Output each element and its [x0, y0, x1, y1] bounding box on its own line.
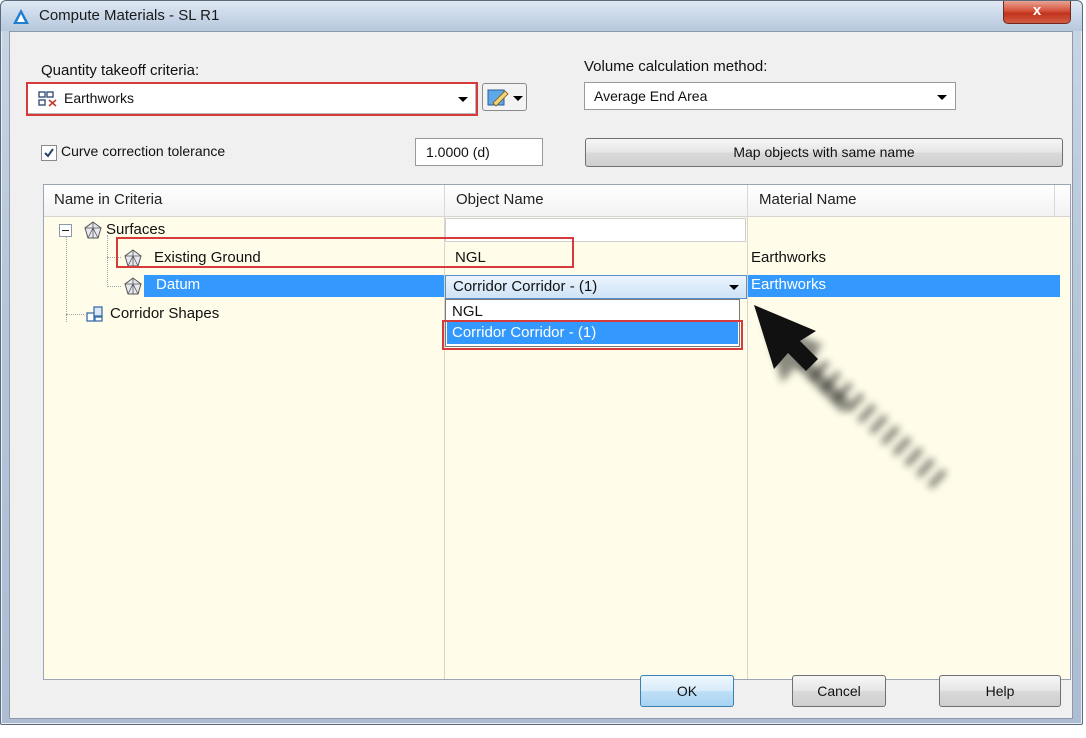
criteria-label: Quantity takeoff criteria: [41, 62, 200, 79]
app-icon [13, 9, 29, 24]
criteria-select[interactable]: Earthworks [27, 83, 476, 114]
tree-connector [66, 314, 84, 315]
object-dropdown-list: NGL Corridor Corridor - (1) [445, 299, 740, 347]
tree-connector [107, 257, 121, 258]
edit-criteria-button[interactable] [482, 83, 527, 111]
object-dropdown[interactable]: Corridor Corridor - (1) [445, 275, 747, 299]
cancel-button[interactable]: Cancel [792, 675, 886, 707]
header-object-name[interactable]: Object Name [456, 191, 544, 208]
column-divider[interactable] [444, 185, 445, 216]
volume-method-select[interactable]: Average End Area [584, 82, 956, 110]
pointer-arrow-icon [754, 305, 954, 496]
edit-style-icon [487, 89, 509, 107]
map-objects-button[interactable]: Map objects with same name [585, 138, 1063, 167]
dialog-body: Quantity takeoff criteria: Earthworks Vo… [9, 31, 1073, 719]
tree-item-existing-ground[interactable]: Existing Ground [154, 249, 261, 266]
curve-correction-checkbox[interactable] [41, 145, 57, 161]
dropdown-option-ngl[interactable]: NGL [452, 303, 483, 320]
check-icon [44, 148, 54, 158]
title-bar[interactable]: Compute Materials - SL R1 x [1, 1, 1082, 31]
criteria-icon [38, 91, 57, 107]
criteria-value: Earthworks [64, 90, 135, 106]
minus-icon [62, 230, 69, 231]
column-divider[interactable] [747, 185, 748, 216]
tree-item-datum[interactable]: Datum [156, 276, 200, 293]
column-divider[interactable] [1054, 185, 1055, 216]
help-button[interactable]: Help [939, 675, 1061, 707]
materials-grid[interactable]: Name in Criteria Object Name Material Na… [43, 184, 1071, 680]
surface-icon [84, 221, 102, 239]
header-name-in-criteria[interactable]: Name in Criteria [54, 191, 162, 208]
grid-header: Name in Criteria Object Name Material Na… [44, 185, 1070, 217]
chevron-down-icon [458, 97, 468, 102]
chevron-down-icon [513, 96, 523, 101]
curve-correction-label: Curve correction tolerance [61, 143, 226, 159]
chevron-down-icon [729, 285, 739, 290]
dialog-window: Compute Materials - SL R1 x Quantity tak… [0, 0, 1083, 725]
volume-method-value: Average End Area [594, 88, 708, 104]
header-material-name[interactable]: Material Name [759, 191, 857, 208]
surface-icon [124, 277, 142, 295]
volume-label: Volume calculation method: [584, 58, 768, 75]
window-title: Compute Materials - SL R1 [39, 7, 220, 24]
curve-tolerance-value: 1.0000 (d) [426, 144, 490, 160]
close-button[interactable]: x [1003, 1, 1071, 24]
chevron-down-icon [937, 95, 947, 100]
tree-connector [107, 235, 108, 285]
object-dropdown-value: Corridor Corridor - (1) [453, 278, 598, 295]
collapse-toggle[interactable] [59, 224, 72, 237]
tree-connector [66, 237, 67, 322]
material-cell-earthworks[interactable]: Earthworks [751, 249, 826, 266]
tree-connector [107, 286, 121, 287]
curve-tolerance-input[interactable]: 1.0000 (d) [415, 138, 543, 166]
object-cell-ngl[interactable]: NGL [455, 249, 486, 266]
tree-item-corridor-shapes[interactable]: Corridor Shapes [110, 305, 219, 322]
dropdown-option-corridor[interactable]: Corridor Corridor - (1) [452, 324, 596, 341]
ok-button[interactable]: OK [640, 675, 734, 707]
material-cell-earthworks[interactable]: Earthworks [751, 276, 826, 293]
object-cell-empty[interactable] [445, 218, 746, 242]
surface-icon [124, 249, 142, 267]
corridor-shapes-icon [86, 306, 103, 322]
tree-item-surfaces[interactable]: Surfaces [106, 221, 165, 238]
